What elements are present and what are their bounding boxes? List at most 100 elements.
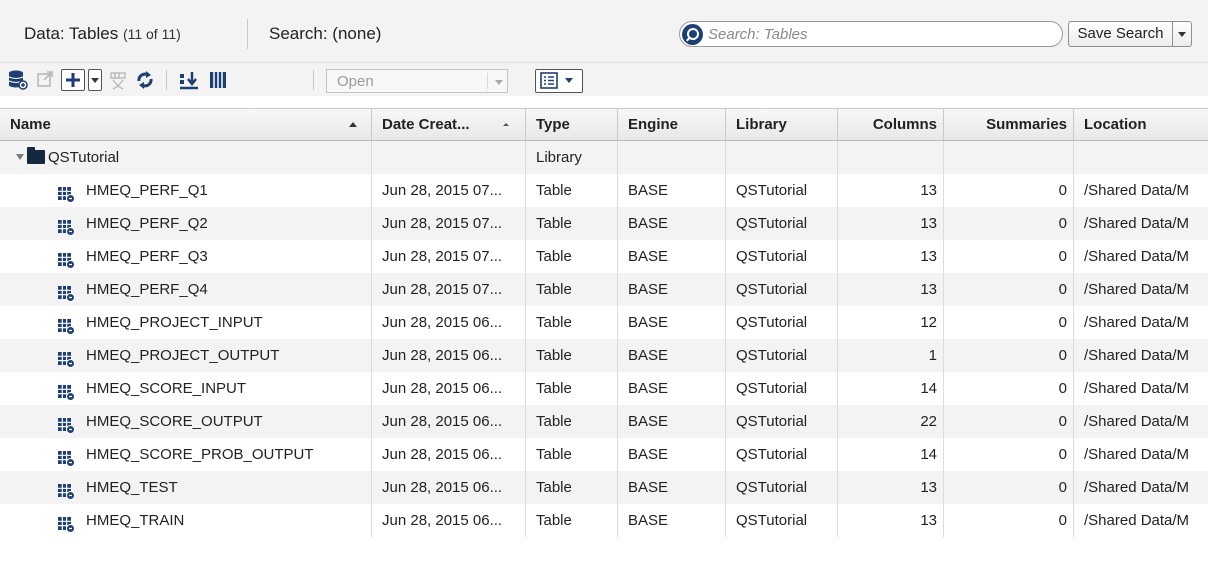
- table-row[interactable]: HMEQ_PROJECT_INPUT Jun 28, 2015 06... Tabl…: [0, 306, 1208, 339]
- engine-cell: BASE: [618, 207, 726, 240]
- columns-cell: 14: [838, 372, 944, 405]
- save-search-button[interactable]: Save Search: [1068, 21, 1172, 47]
- date-cell: Jun 28, 2015 07...: [372, 240, 526, 273]
- library-cell: QSTutorial: [726, 504, 838, 537]
- search-box[interactable]: [679, 21, 1063, 47]
- column-header-type[interactable]: Type: [526, 109, 618, 140]
- filter-icon[interactable]: [109, 69, 129, 91]
- column-header-label: Location: [1084, 116, 1147, 133]
- name-cell: HMEQ_PROJECT_OUTPUT: [0, 339, 372, 372]
- database-icon[interactable]: [8, 69, 28, 91]
- table-name: HMEQ_PROJECT_OUTPUT: [86, 347, 280, 364]
- location-cell: /Shared Data/M: [1084, 347, 1190, 364]
- panel-title-text: Data: Tables: [24, 24, 119, 43]
- folder-name-cell: QSTutorial: [0, 141, 372, 174]
- add-button[interactable]: [61, 69, 85, 91]
- column-header-engine[interactable]: Engine: [618, 109, 726, 140]
- column-header-summaries[interactable]: Summaries: [944, 109, 1074, 140]
- search-icon[interactable]: [682, 24, 703, 45]
- summaries-cell: 0: [944, 240, 1074, 273]
- chevron-down-icon: [91, 78, 99, 83]
- table-icon: [58, 380, 75, 401]
- table-row[interactable]: HMEQ_PERF_Q1 Jun 28, 2015 07... Table BASE Q…: [0, 174, 1208, 207]
- engine-cell: BASE: [618, 471, 726, 504]
- table-name: HMEQ_PERF_Q2: [86, 215, 208, 232]
- engine-cell: [618, 141, 726, 174]
- summaries-cell: 0: [944, 471, 1074, 504]
- location-cell: /Shared Data/M: [1084, 314, 1190, 331]
- save-search-dropdown[interactable]: [1172, 21, 1192, 47]
- table-row[interactable]: HMEQ_TRAIN Jun 28, 2015 06... Table BASE QST…: [0, 504, 1208, 537]
- engine-cell: BASE: [618, 240, 726, 273]
- library-cell: QSTutorial: [726, 372, 838, 405]
- table-count: (11 of 11): [122, 26, 181, 42]
- name-cell: HMEQ_SCORE_OUTPUT: [0, 405, 372, 438]
- column-header-columns[interactable]: Columns: [838, 109, 944, 140]
- refresh-icon[interactable]: [134, 69, 156, 91]
- date-cell: Jun 28, 2015 07...: [372, 207, 526, 240]
- name-cell: HMEQ_SCORE_INPUT: [0, 372, 372, 405]
- folder-icon: [27, 147, 45, 164]
- open-external-icon[interactable]: [36, 69, 54, 91]
- table-row[interactable]: HMEQ_PERF_Q3 Jun 28, 2015 07... Table BASE Q…: [0, 240, 1208, 273]
- library-cell: QSTutorial: [726, 207, 838, 240]
- columns-cell: 13: [838, 207, 944, 240]
- library-cell: QSTutorial: [726, 339, 838, 372]
- table-row[interactable]: HMEQ_PERF_Q2 Jun 28, 2015 07... Table BASE Q…: [0, 207, 1208, 240]
- folder-name: QSTutorial: [48, 149, 120, 166]
- table-name: HMEQ_PROJECT_INPUT: [86, 314, 263, 331]
- column-header-location[interactable]: Location: [1074, 109, 1208, 140]
- table-row[interactable]: HMEQ_SCORE_INPUT Jun 28, 2015 06... Table B…: [0, 372, 1208, 405]
- view-options-button[interactable]: [535, 69, 583, 93]
- type-cell: Table: [526, 207, 618, 240]
- column-header-name[interactable]: Name: [0, 109, 372, 140]
- columns-cell: 13: [838, 273, 944, 306]
- search-input[interactable]: [708, 24, 1048, 44]
- type-cell: Table: [526, 273, 618, 306]
- columns-icon[interactable]: [208, 69, 228, 91]
- library-cell: QSTutorial: [726, 405, 838, 438]
- table-row[interactable]: HMEQ_TEST Jun 28, 2015 06... Table BASE QSTu…: [0, 471, 1208, 504]
- type-cell: Table: [526, 174, 618, 207]
- column-header-label: Engine: [628, 116, 679, 133]
- open-select[interactable]: Open: [326, 69, 508, 93]
- engine-cell: BASE: [618, 405, 726, 438]
- folder-row[interactable]: QSTutorial Library: [0, 141, 1208, 174]
- summaries-cell: 0: [944, 438, 1074, 471]
- location-cell: [1074, 141, 1208, 174]
- type-cell: Table: [526, 339, 618, 372]
- table-name: HMEQ_SCORE_PROB_OUTPUT: [86, 446, 314, 463]
- toolbar: Open: [0, 62, 1208, 96]
- engine-cell: BASE: [618, 438, 726, 471]
- table-row[interactable]: HMEQ_PROJECT_OUTPUT Jun 28, 2015 06... Tab…: [0, 339, 1208, 372]
- table-row[interactable]: HMEQ_PERF_Q4 Jun 28, 2015 07... Table BASE Q…: [0, 273, 1208, 306]
- name-cell: HMEQ_TRAIN: [0, 504, 372, 537]
- header-divider: [247, 19, 248, 49]
- column-header-library[interactable]: Library: [726, 109, 838, 140]
- chevron-down-icon: [495, 80, 503, 85]
- column-header-label: Summaries: [986, 116, 1067, 133]
- columns-cell: 14: [838, 438, 944, 471]
- date-cell: Jun 28, 2015 06...: [372, 339, 526, 372]
- date-cell: Jun 28, 2015 06...: [372, 372, 526, 405]
- name-cell: HMEQ_PERF_Q2: [0, 207, 372, 240]
- engine-cell: BASE: [618, 273, 726, 306]
- import-icon[interactable]: [178, 69, 200, 91]
- location-cell: /Shared Data/M: [1084, 512, 1190, 529]
- table-row[interactable]: HMEQ_SCORE_PROB_OUTPUT Jun 28, 2015 06...…: [0, 438, 1208, 471]
- column-header-date-created[interactable]: Date Creat...: [372, 109, 526, 140]
- type-cell: Table: [526, 306, 618, 339]
- column-header-label: Name: [10, 116, 51, 133]
- type-cell: Table: [526, 438, 618, 471]
- date-cell: [372, 141, 526, 174]
- columns-cell: 13: [838, 240, 944, 273]
- library-cell: QSTutorial: [726, 273, 838, 306]
- table-row[interactable]: HMEQ_SCORE_OUTPUT Jun 28, 2015 06... Table…: [0, 405, 1208, 438]
- summaries-cell: 0: [944, 207, 1074, 240]
- library-cell: QSTutorial: [726, 240, 838, 273]
- summaries-cell: 0: [944, 174, 1074, 207]
- add-dropdown[interactable]: [88, 69, 102, 91]
- expand-toggle-icon[interactable]: [16, 154, 24, 160]
- library-cell: QSTutorial: [726, 306, 838, 339]
- date-cell: Jun 28, 2015 06...: [372, 438, 526, 471]
